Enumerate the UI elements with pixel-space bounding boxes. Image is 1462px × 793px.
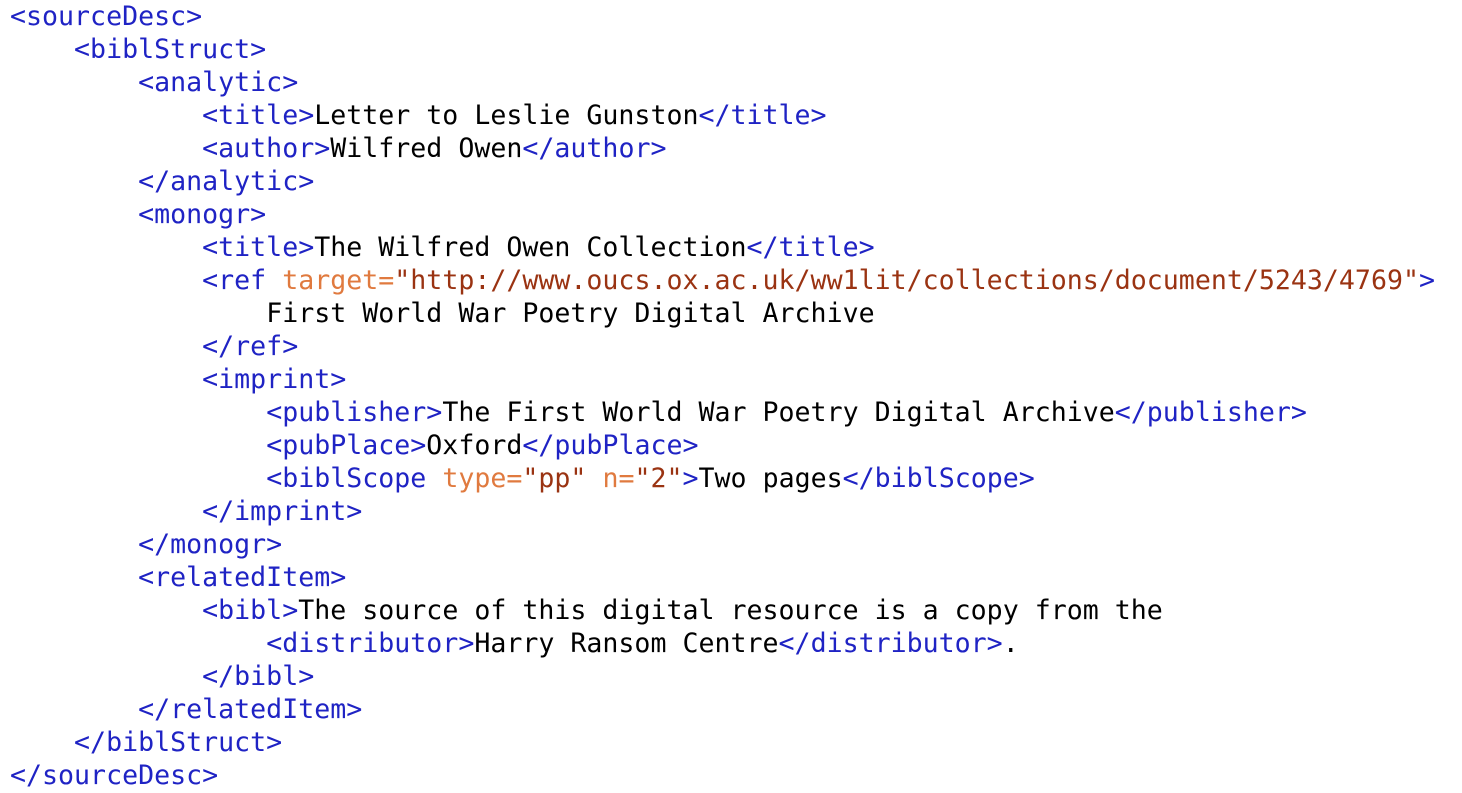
xml-tag: </sourceDesc> (10, 760, 219, 791)
xml-tag: </biblScope> (842, 463, 1035, 494)
code-line: </analytic> (10, 165, 1435, 198)
code-line: <title>Letter to Leslie Gunston</title> (10, 99, 1435, 132)
code-line: <ref target="http://www.oucs.ox.ac.uk/ww… (10, 264, 1435, 297)
code-line: <distributor>Harry Ransom Centre</distri… (10, 627, 1435, 660)
xml-code-view: <sourceDesc> <biblStruct> <analytic> <ti… (10, 0, 1435, 792)
xml-tag: <bibl> (202, 595, 299, 626)
code-line: </sourceDesc> (10, 759, 1435, 792)
xml-tag: </analytic> (138, 166, 315, 197)
xml-attribute-value: "http://www.oucs.ox.ac.uk/ww1lit/collect… (394, 265, 1419, 296)
xml-tag: <biblStruct> (74, 34, 267, 65)
xml-text: The source of this digital resource is a… (298, 595, 1163, 626)
code-line: <relatedItem> (10, 561, 1435, 594)
xml-attribute-value: "2" (634, 463, 683, 494)
xml-text: The First World War Poetry Digital Archi… (442, 397, 1115, 428)
xml-tag: <analytic> (138, 67, 299, 98)
code-line: <analytic> (10, 66, 1435, 99)
code-line: <imprint> (10, 363, 1435, 396)
code-line: </relatedItem> (10, 693, 1435, 726)
xml-tag: </distributor> (778, 628, 1003, 659)
xml-tag: <ref (202, 265, 283, 296)
code-line: </biblStruct> (10, 726, 1435, 759)
xml-tag: </pubPlace> (522, 430, 699, 461)
code-line: </monogr> (10, 528, 1435, 561)
xml-tag: <sourceDesc> (10, 1, 203, 32)
xml-tag: <publisher> (266, 397, 443, 428)
code-line: <monogr> (10, 198, 1435, 231)
xml-tag: <monogr> (138, 199, 267, 230)
xml-tag: </monogr> (138, 529, 283, 560)
xml-tag: </title> (698, 100, 827, 131)
xml-text: Wilfred Owen (330, 133, 523, 164)
xml-text: Oxford (426, 430, 523, 461)
xml-text: Letter to Leslie Gunston (314, 100, 699, 131)
xml-tag: <pubPlace> (266, 430, 427, 461)
xml-tag: </bibl> (202, 661, 315, 692)
xml-attribute-name: n= (602, 463, 635, 494)
xml-text: Two pages (698, 463, 843, 494)
xml-tag: </title> (746, 232, 875, 263)
code-line: </bibl> (10, 660, 1435, 693)
code-line: <biblStruct> (10, 33, 1435, 66)
xml-text: The Wilfred Owen Collection (314, 232, 747, 263)
xml-tag: <title> (202, 100, 315, 131)
code-line: <pubPlace>Oxford</pubPlace> (10, 429, 1435, 462)
xml-text: Harry Ransom Centre (474, 628, 779, 659)
xml-tag: <imprint> (202, 364, 347, 395)
xml-text: First World War Poetry Digital Archive (266, 298, 875, 329)
code-line: <author>Wilfred Owen</author> (10, 132, 1435, 165)
xml-tag: </imprint> (202, 496, 363, 527)
code-line: <sourceDesc> (10, 0, 1435, 33)
code-line: First World War Poetry Digital Archive (10, 297, 1435, 330)
xml-tag: <biblScope (266, 463, 443, 494)
code-line: <publisher>The First World War Poetry Di… (10, 396, 1435, 429)
xml-tag: > (682, 463, 699, 494)
xml-tag: </ref> (202, 331, 299, 362)
code-line: </ref> (10, 330, 1435, 363)
code-line: </imprint> (10, 495, 1435, 528)
xml-tag: <relatedItem> (138, 562, 347, 593)
code-line: <bibl>The source of this digital resourc… (10, 594, 1435, 627)
xml-tag: <distributor> (266, 628, 475, 659)
xml-attribute-name: target= (282, 265, 395, 296)
xml-tag: </author> (522, 133, 667, 164)
xml-attribute-value: "pp" (522, 463, 603, 494)
xml-tag: </publisher> (1114, 397, 1307, 428)
xml-tag: </relatedItem> (138, 694, 363, 725)
xml-attribute-name: type= (442, 463, 523, 494)
xml-tag: <author> (202, 133, 331, 164)
xml-tag: > (1418, 265, 1435, 296)
code-line: <biblScope type="pp" n="2">Two pages</bi… (10, 462, 1435, 495)
xml-tag: <title> (202, 232, 315, 263)
xml-text: . (1002, 628, 1019, 659)
code-line: <title>The Wilfred Owen Collection</titl… (10, 231, 1435, 264)
xml-tag: </biblStruct> (74, 727, 283, 758)
